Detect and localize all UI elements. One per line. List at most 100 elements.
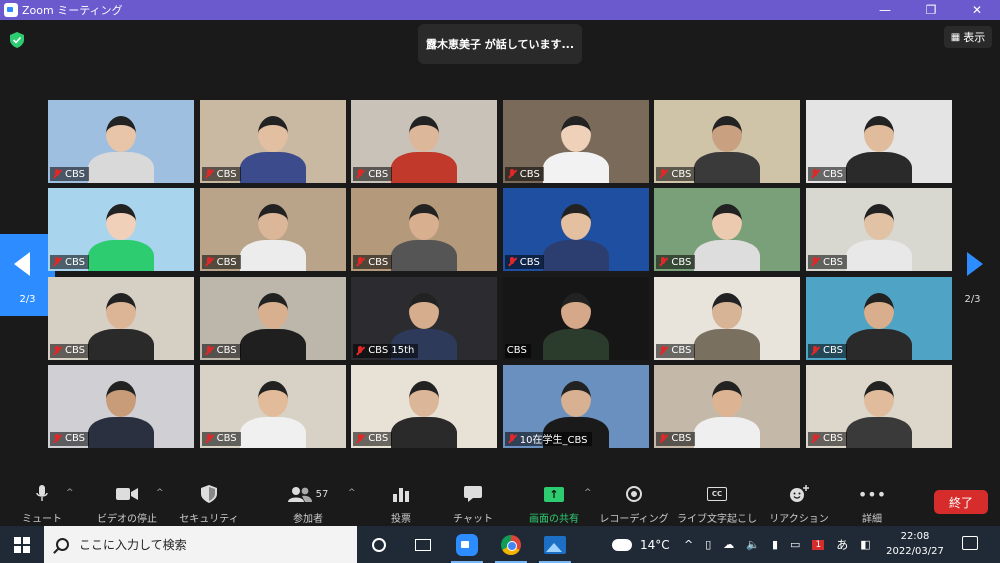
show-hidden-icons-chevron-icon[interactable]: ^ bbox=[684, 538, 693, 551]
next-page-button[interactable]: 2/3 bbox=[945, 234, 1000, 316]
live-transcript-button[interactable]: CC ライブ文字起こし bbox=[677, 482, 757, 526]
minimize-button[interactable]: — bbox=[862, 3, 908, 17]
participant-body bbox=[542, 328, 609, 360]
video-options-caret-icon[interactable]: ^ bbox=[156, 488, 164, 498]
participant-name-label: CBS bbox=[201, 255, 241, 270]
chat-button[interactable]: チャット bbox=[452, 482, 494, 526]
participant-body bbox=[391, 416, 458, 448]
taskbar-clock[interactable]: 22:08 2022/03/27 bbox=[880, 529, 950, 559]
mute-button[interactable]: ミュート bbox=[22, 482, 62, 526]
cortana-button[interactable] bbox=[357, 526, 401, 563]
participant-name: CBS bbox=[216, 256, 237, 268]
participant-video-tile[interactable]: CBS bbox=[805, 100, 952, 183]
weather-widget[interactable]: 14°C bbox=[612, 526, 670, 563]
participant-video-tile[interactable]: CBS bbox=[654, 364, 801, 448]
end-meeting-button[interactable]: 終了 bbox=[934, 490, 988, 514]
participant-body bbox=[845, 416, 912, 448]
security-shield-icon[interactable] bbox=[10, 32, 26, 48]
stop-video-button[interactable]: ビデオの停止 bbox=[92, 482, 162, 526]
more-button[interactable]: ••• 詳細 bbox=[856, 482, 888, 526]
participant-name: CBS bbox=[216, 433, 237, 445]
participant-body bbox=[88, 416, 154, 448]
participant-video-tile[interactable]: CBS bbox=[48, 100, 194, 183]
participant-video-tile[interactable]: 10在学生_CBS bbox=[502, 364, 649, 448]
reactions-button[interactable]: リアクション bbox=[769, 482, 829, 526]
participant-video-tile[interactable]: CBS bbox=[805, 364, 952, 448]
poll-button[interactable]: 投票 bbox=[384, 482, 418, 526]
participant-video-tile[interactable]: CBS bbox=[654, 188, 801, 272]
taskbar-zoom-app[interactable] bbox=[445, 526, 489, 563]
participant-video-tile[interactable]: CBS bbox=[48, 276, 194, 360]
participant-video-tile[interactable]: CBS bbox=[502, 276, 649, 360]
participant-video-tile[interactable]: CBS bbox=[805, 188, 952, 272]
participant-video-tile[interactable]: CBS bbox=[199, 100, 346, 183]
participant-video-tile[interactable]: CBS bbox=[351, 364, 498, 448]
taskbar-chrome-app[interactable] bbox=[489, 526, 533, 563]
ime-indicator[interactable]: あ bbox=[836, 536, 848, 553]
task-view-button[interactable] bbox=[401, 526, 445, 563]
page-indicator-left: 2/3 bbox=[19, 294, 36, 305]
participant-video-tile[interactable]: CBS bbox=[199, 276, 346, 360]
muted-microphone-icon bbox=[204, 433, 214, 444]
participant-name-label: CBS bbox=[353, 167, 393, 181]
temperature-text: 14°C bbox=[640, 537, 670, 552]
participant-video-tile[interactable]: CBS bbox=[199, 188, 346, 272]
participant-name-label: CBS bbox=[504, 343, 531, 358]
participant-video-tile[interactable]: CBS bbox=[654, 100, 801, 183]
zoom-app-icon bbox=[4, 3, 18, 17]
participant-video-tile[interactable]: CBS bbox=[351, 188, 498, 272]
participant-name: CBS bbox=[65, 345, 86, 357]
battery-icon[interactable]: ▭ bbox=[790, 538, 800, 551]
participant-name: CBS 15th bbox=[368, 345, 415, 357]
muted-microphone-icon bbox=[658, 257, 668, 267]
participant-video-tile[interactable]: CBS bbox=[199, 364, 346, 448]
participant-face bbox=[560, 204, 591, 241]
participants-options-caret-icon[interactable]: ^ bbox=[348, 488, 356, 498]
participants-button[interactable]: 57 参加者 bbox=[284, 482, 332, 526]
audio-options-caret-icon[interactable]: ^ bbox=[66, 488, 74, 498]
photos-icon bbox=[544, 535, 566, 554]
windows-start-icon[interactable] bbox=[14, 537, 30, 553]
previous-page-button[interactable]: 2/3 bbox=[0, 234, 55, 316]
participant-name-label: CBS bbox=[807, 343, 847, 358]
taskbar-search-box[interactable]: ここに入力して検索 bbox=[44, 526, 357, 563]
volume-icon[interactable]: 🔈 bbox=[746, 538, 760, 551]
mute-label: ミュート bbox=[22, 514, 62, 525]
muted-microphone-icon bbox=[658, 345, 668, 356]
search-icon bbox=[56, 538, 69, 551]
record-button[interactable]: レコーディング bbox=[599, 482, 669, 526]
participant-video-tile[interactable]: CBS 15th bbox=[351, 276, 498, 360]
notification-badge[interactable]: 1 bbox=[812, 539, 825, 550]
participant-body bbox=[542, 152, 609, 183]
share-options-caret-icon[interactable]: ^ bbox=[584, 488, 592, 498]
security-button[interactable]: セキュリティ bbox=[178, 482, 240, 526]
taskbar-photos-app[interactable] bbox=[533, 526, 577, 563]
close-button[interactable]: ✕ bbox=[954, 3, 1000, 17]
zoom-window: Zoom ミーティング — ❐ ✕ 露木恵美子 が話しています... ▦ 表示 … bbox=[0, 0, 1000, 563]
view-button[interactable]: ▦ 表示 bbox=[944, 26, 992, 48]
participant-body bbox=[391, 152, 458, 183]
participant-video-tile[interactable]: CBS bbox=[805, 276, 952, 360]
participant-face bbox=[409, 380, 440, 417]
ime-mode-icon[interactable]: ◧ bbox=[860, 538, 870, 551]
maximize-button[interactable]: ❐ bbox=[908, 3, 954, 17]
muted-microphone-icon bbox=[658, 169, 668, 179]
participant-video-tile[interactable]: CBS bbox=[48, 364, 194, 448]
muted-microphone-icon bbox=[658, 433, 668, 444]
participant-video-tile[interactable]: CBS bbox=[654, 276, 801, 360]
participant-name-label: CBS bbox=[807, 431, 847, 446]
participant-face bbox=[863, 380, 894, 417]
share-screen-button[interactable]: ↑ 画面の共有 bbox=[524, 482, 584, 526]
device-icon[interactable]: ▯ bbox=[705, 538, 711, 551]
participant-name-label: CBS bbox=[201, 167, 241, 181]
participant-video-tile[interactable]: CBS bbox=[502, 100, 649, 183]
cloud-sync-icon[interactable]: ☁ bbox=[723, 538, 734, 551]
participant-video-tile[interactable]: CBS bbox=[502, 188, 649, 272]
participant-name-label: CBS bbox=[50, 167, 90, 181]
action-center-icon[interactable] bbox=[962, 536, 978, 550]
participant-video-tile[interactable]: CBS bbox=[48, 188, 194, 272]
muted-microphone-icon bbox=[810, 257, 820, 267]
participant-video-tile[interactable]: CBS bbox=[351, 100, 498, 183]
clock-time: 22:08 bbox=[900, 531, 930, 542]
pen-icon[interactable]: ▮ bbox=[772, 538, 778, 551]
